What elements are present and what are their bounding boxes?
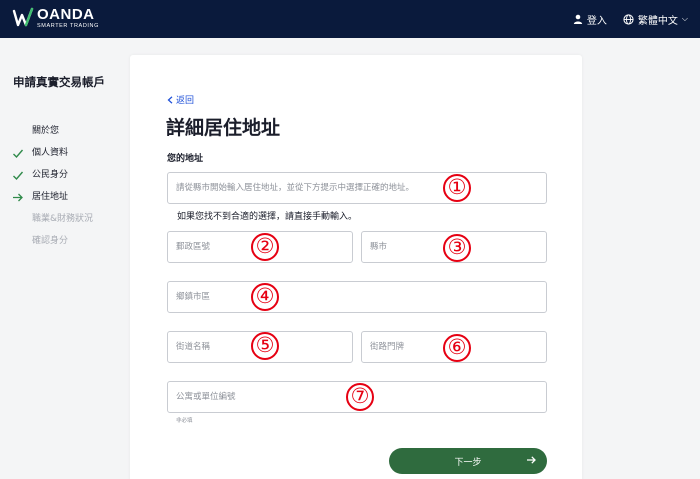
step-about-you: 關於您 (12, 125, 93, 147)
back-label: 返回 (176, 96, 195, 106)
login-label: 登入 (586, 15, 607, 27)
district-field[interactable] (167, 281, 547, 313)
annotation-marker-1: ① (443, 174, 471, 202)
step-label: 個人資料 (32, 148, 69, 158)
brand-tagline: SMARTER TRADING (37, 23, 99, 29)
language-label: 繁體中文 (637, 15, 678, 27)
arrow-right-icon (13, 193, 23, 202)
annotation-marker-3: ③ (443, 234, 471, 262)
top-navigation-bar: OANDA SMARTER TRADING 登入 繁體中文 ⌵ (0, 0, 700, 38)
address-search-field[interactable] (167, 172, 547, 204)
address-search-input[interactable] (168, 173, 546, 203)
oanda-logo[interactable]: OANDA SMARTER TRADING (12, 7, 99, 30)
application-title: 申請真實交易帳戶 (13, 75, 105, 89)
checkmark-icon (13, 171, 24, 181)
user-icon (573, 14, 583, 24)
optional-label: 非必填 (176, 418, 193, 424)
annotation-marker-5: ⑤ (251, 332, 279, 360)
globe-icon (623, 13, 634, 25)
language-selector[interactable]: 繁體中文 ⌵ (623, 12, 688, 27)
chevron-down-icon: ⌵ (681, 14, 688, 23)
brand-name: OANDA (37, 6, 95, 23)
district-input[interactable] (168, 282, 546, 312)
step-label: 居住地址 (32, 192, 69, 202)
step-citizenship: 公民身分 (12, 169, 93, 191)
step-label: 公民身分 (32, 170, 69, 180)
next-button[interactable]: 下一步 (389, 448, 547, 474)
annotation-marker-2: ② (251, 233, 279, 261)
oanda-logo-mark-icon (12, 7, 34, 27)
back-link[interactable]: 返回 (167, 93, 194, 106)
annotation-marker-4: ④ (251, 283, 279, 311)
page-title: 詳細居住地址 (166, 117, 281, 139)
step-residential-address: 居住地址 (12, 191, 93, 213)
step-label: 職業&財務狀況 (32, 214, 94, 224)
step-identity-verification: 確認身分 (12, 235, 93, 257)
step-label: 關於您 (32, 126, 60, 136)
login-link[interactable]: 登入 (573, 12, 607, 27)
step-employment-finance: 職業&財務狀況 (12, 213, 93, 235)
progress-steps: 關於您 個人資料 公民身分 居住地址 職業&財務狀況 確認身分 (12, 125, 93, 257)
manual-entry-hint: 如果您找不到合適的選擇，請直接手動輸入。 (177, 212, 358, 222)
annotation-marker-6: ⑥ (443, 334, 471, 362)
annotation-marker-7: ⑦ (346, 383, 374, 411)
chevron-left-icon (167, 95, 173, 104)
checkmark-icon (13, 149, 24, 159)
step-personal-info: 個人資料 (12, 147, 93, 169)
next-button-label: 下一步 (454, 457, 482, 468)
arrow-right-icon (527, 456, 536, 464)
step-label: 確認身分 (32, 236, 69, 246)
section-label: 您的地址 (167, 154, 204, 164)
